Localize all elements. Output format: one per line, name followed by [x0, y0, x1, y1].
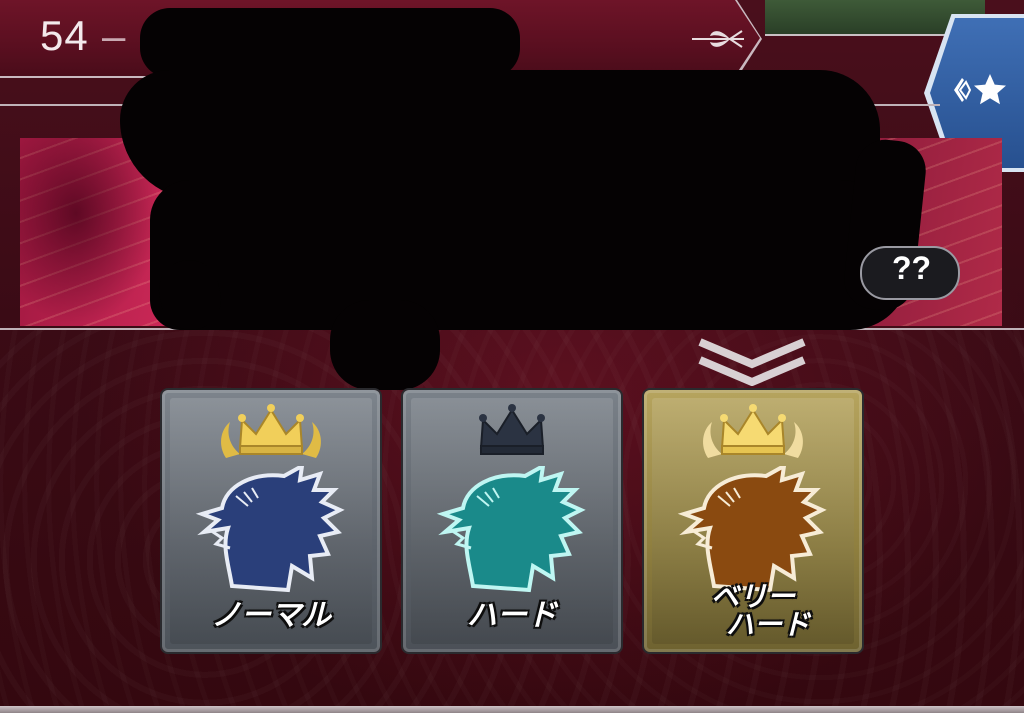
chevron-down-icon: [698, 338, 806, 386]
star-badge-icon: [944, 70, 1008, 117]
difficulty-card-very-hard[interactable]: ベリー ハード: [644, 390, 862, 652]
difficulty-label: ノーマル: [211, 598, 331, 633]
gold-crown-icon: [221, 404, 321, 458]
redaction-scribble: [330, 300, 440, 390]
stage-number: 54: [40, 12, 89, 59]
difficulty-label: ハード: [467, 598, 557, 633]
redaction-scribble: [140, 8, 520, 78]
beast-emblem-icon: [677, 466, 827, 593]
fleur-ornament-icon: [692, 30, 744, 48]
beast-emblem-icon: [195, 466, 345, 593]
difficulty-card-hard[interactable]: ハード: [403, 390, 621, 652]
hint-badge-text: ??: [892, 250, 932, 286]
gold-crown-icon: [703, 404, 803, 458]
difficulty-card-normal[interactable]: ノーマル: [162, 390, 380, 652]
bottom-border: [0, 706, 1024, 713]
beast-emblem-icon: [436, 466, 586, 593]
difficulty-label-line2: ハード: [725, 608, 810, 641]
redaction-scribble: [150, 180, 910, 330]
dark-crown-icon: [479, 404, 545, 455]
title-separator: –: [102, 12, 126, 59]
